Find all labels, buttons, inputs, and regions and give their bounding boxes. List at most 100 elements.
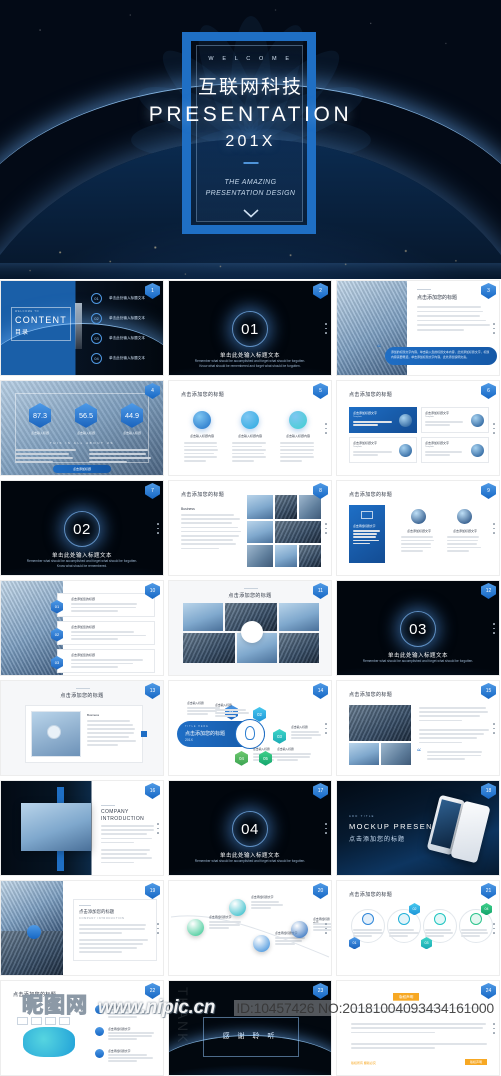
text-line [181, 518, 240, 520]
quote-mark-icon: “ [377, 343, 381, 353]
slide-thumbnail[interactable]: 点击添加您的标题 点击输入标题内容 点击输入标题内容 点击输入标题内容 5 [168, 380, 332, 476]
card-thumb [471, 414, 484, 427]
dot [493, 632, 495, 634]
text-line [108, 1038, 137, 1040]
node-label: 点击添加标题文字 [251, 895, 273, 899]
text-line [353, 424, 378, 426]
pagination-dots [493, 523, 495, 534]
slide-title: 点击添加您的标题 [13, 991, 56, 998]
dot [325, 432, 327, 434]
card-label: 点击添加标题文字 [447, 529, 483, 533]
node-label: 点击输入标题 [215, 703, 232, 707]
slide-thumbnail[interactable]: TITLE HERE点击添加您的标题201X01点击输入标题02点击输入标题03… [168, 680, 332, 776]
pagination-dots [493, 323, 495, 334]
collage-photo [299, 495, 321, 519]
slide-thumbnail[interactable]: 点击添加您的标题 COMPANY INTRODUCTION 19 [0, 880, 164, 976]
slide-title: 点击添加您的标题 [349, 391, 392, 398]
text-line [108, 1010, 148, 1012]
text-line [353, 451, 392, 453]
quote-text: 添加的标题文字内容，单击输入您的标题文本内容，此处添加标题文字，标题内容需要概括… [391, 350, 491, 359]
slide-thumbnail[interactable]: 点击添加您的标题 01 02 03 04 21 [336, 880, 500, 976]
text-line [209, 924, 240, 926]
node-label: 点击输入标题 [277, 747, 294, 751]
pen-icon [362, 913, 374, 925]
slide-thumbnail[interactable]: 版权声明 版权所有 翻版必究 版权声明 24 [336, 980, 500, 1076]
list-item-label: 单击此处输入标题文本 [109, 356, 145, 361]
dot [493, 723, 495, 725]
text-line [187, 713, 208, 715]
slide-thumbnail[interactable]: ADD TITLE MOCKUP PRESENTATION 点击添加您的标题 18 [336, 780, 500, 876]
slide-thumbnail[interactable]: 点击添加标题文字点击添加标题文字点击添加标题文字点击添加标题文字20 [168, 880, 332, 976]
hero-year: 201X [0, 133, 501, 151]
chevron-down-icon[interactable] [243, 205, 259, 223]
pagination-dots [325, 823, 327, 834]
monitor-icon [47, 725, 61, 739]
slide-title: 点击添加您的标题 [169, 592, 331, 599]
text-line [353, 536, 376, 538]
text-line [417, 306, 481, 308]
text-line [108, 1060, 137, 1062]
slide-title: 点击添加您的标题 [181, 491, 224, 498]
text-line [89, 457, 151, 459]
cta-button[interactable]: 点击添加标题 [53, 465, 111, 473]
slide-thumbnail[interactable]: 点击添加您的标题 点击添加标题文字 点击添加标题文字 点击添加标题文字 22 [0, 980, 164, 1076]
slide-thumbnail[interactable]: 点击添加您的标题 点击添加标题文字 点击添加标题文字 点击添加标题文字 9 [336, 480, 500, 576]
mosaic-center-icon [241, 621, 263, 643]
text-line [447, 540, 478, 542]
dot [325, 823, 327, 825]
section-title: 单击此处输入标题文本 [169, 851, 331, 859]
dot [325, 323, 327, 325]
slide-thumbnail[interactable]: 点击添加您的标题 11 [168, 580, 332, 676]
text-line [79, 943, 143, 945]
text-line [277, 756, 310, 758]
hero-welcome: W E L C O M E [0, 56, 501, 62]
text-line [101, 853, 147, 855]
slide-thumbnail[interactable]: 87.3 点击输入标题 56.5 点击输入标题 44.9 点击输入标题 THIS IS AL… [0, 380, 164, 476]
text-line [101, 857, 152, 859]
slide-thumbnail[interactable]: 04 单击此处输入标题文本 Remember what should be acco… [168, 780, 332, 876]
text-line [15, 449, 76, 451]
slide-thumbnail[interactable]: 点击添加您的标题 Business 8 [168, 480, 332, 576]
doc-icon [398, 913, 410, 925]
slide-thumbnail[interactable]: 点击添加您的标题 Business 13 [0, 680, 164, 776]
list-number: 04 [91, 353, 102, 364]
photo-sub-2 [381, 743, 411, 765]
slide-thumbnail[interactable]: 点击添加您的标题 点击添加标题文字 Template 点击添加标题文字 Template… [336, 380, 500, 476]
text-line [89, 461, 127, 463]
card-label: 点击添加标题文字 [425, 441, 449, 445]
node-label: 点击输入标题 [291, 725, 308, 729]
pill-eyebrow: TITLE HERE [185, 725, 209, 728]
slide-thumbnail[interactable]: WELCOME TO CONTENT 目录 01 单击此处输入标题文本 02 单击此处输入标… [0, 280, 164, 376]
slide-thumbnail[interactable]: 点击添加您的标题 “15 [336, 680, 500, 776]
panel-title: 点击添加您的标题 [79, 909, 114, 915]
pagination-dots [157, 923, 159, 934]
slide-thumbnail[interactable]: 03 单击此处输入标题文本 Remember what should be acco… [336, 580, 500, 676]
dot [157, 523, 159, 525]
card-label: 点击添加标题文字 [353, 411, 377, 415]
text-line [313, 923, 332, 925]
intro-eyebrow [101, 805, 115, 806]
text-line [419, 729, 489, 731]
slide-thumbnail[interactable]: THANK 感 谢 聆 听 23 [168, 980, 332, 1076]
dot [493, 423, 495, 425]
mosaic-photo [279, 603, 319, 631]
item-label: 点击添加标题文字 [108, 1049, 130, 1053]
text-line [232, 442, 266, 444]
dot [325, 528, 327, 530]
collage-photo [275, 521, 321, 543]
list-number: 02 [91, 313, 102, 324]
slide-thumbnail[interactable]: COMPANY INTRODUCTION 16 [0, 780, 164, 876]
stat-label: 点击输入标题 [21, 431, 59, 435]
text-line [313, 929, 332, 931]
slide-thumbnail[interactable]: 01 单击此处输入标题文本 Remember what should be acco… [168, 280, 332, 376]
nav-prev-icon[interactable] [21, 731, 26, 736]
dot [157, 823, 159, 825]
slide-thumbnail[interactable]: 02 单击此处输入标题文本 Remember what should be acco… [0, 480, 164, 576]
slide-thumbnail[interactable]: 点击添加您的标题 添加的标题文字内容，单击输入您的标题文本内容，此处添加标题文字，… [336, 280, 500, 376]
text-line [353, 454, 378, 456]
camera-icon [229, 899, 246, 916]
nav-next-icon[interactable] [141, 731, 147, 737]
text-line [79, 951, 122, 953]
text-line [447, 543, 477, 545]
slide-thumbnail[interactable]: 01 点击添加您的标题 02 点击添加您的标题 03 点击添加您的标题 10 [0, 580, 164, 676]
